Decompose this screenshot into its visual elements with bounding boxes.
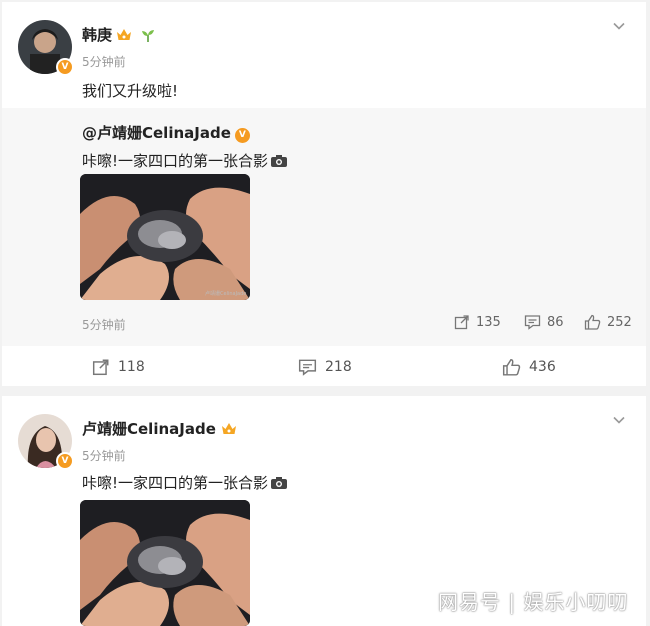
post-text: 咔嚓!一家四口的第一张合影 <box>82 472 288 494</box>
share-icon <box>454 314 470 330</box>
share-icon <box>92 358 110 376</box>
verified-badge-icon: V <box>56 452 74 470</box>
watermark: 网易号 | 娱乐小叨叨 <box>438 590 629 614</box>
comment-icon <box>298 358 317 376</box>
chevron-down-icon[interactable] <box>612 18 626 32</box>
crown-icon <box>116 28 132 42</box>
user-name[interactable]: 韩庚 <box>82 24 156 46</box>
repost-block[interactable]: @卢靖姗CelinaJade V 咔嚓!一家四口的第一张合影 卢靖姗CelinaJ… <box>2 108 646 346</box>
user-name[interactable]: 卢靖姗CelinaJade <box>82 418 236 439</box>
comment-icon <box>524 314 541 330</box>
like-button[interactable]: 436 <box>502 358 556 376</box>
repost-time: 5分钟前 <box>82 318 126 332</box>
comment-button[interactable]: 218 <box>298 358 352 376</box>
avatar[interactable]: V <box>18 414 78 474</box>
chevron-down-icon[interactable] <box>612 412 626 426</box>
repost-text: 咔嚓!一家四口的第一张合影 <box>82 150 288 172</box>
verified-badge-icon: V <box>234 128 250 143</box>
verified-badge-icon: V <box>56 58 74 76</box>
ultrasound-photo[interactable]: 卢靖姗CelinaJade <box>80 174 250 300</box>
crown-icon <box>220 422 236 436</box>
ultrasound-photo[interactable] <box>80 500 250 626</box>
repost-author[interactable]: @卢靖姗CelinaJade V <box>82 122 250 143</box>
camera-icon <box>270 476 288 494</box>
post-time: 5分钟前 <box>82 449 126 463</box>
avatar[interactable]: V <box>18 20 78 80</box>
post-text: 我们又升级啦! <box>82 82 179 100</box>
repost-comment-button[interactable]: 86 <box>524 314 564 330</box>
svg-text:卢靖姗CelinaJade: 卢靖姗CelinaJade <box>205 290 246 297</box>
feed-post-1: V 韩庚 5分钟前 我们又升级啦! @卢靖姗CelinaJade V 咔嚓!一家四… <box>2 2 646 386</box>
thumbs-up-icon <box>584 314 601 330</box>
repost-like-button[interactable]: 252 <box>584 314 632 330</box>
repost-share-button[interactable]: 135 <box>454 314 501 330</box>
share-button[interactable]: 118 <box>92 358 145 376</box>
thumbs-up-icon <box>502 358 521 376</box>
sprout-icon <box>140 28 156 46</box>
camera-icon <box>270 154 288 172</box>
post-time: 5分钟前 <box>82 55 126 69</box>
